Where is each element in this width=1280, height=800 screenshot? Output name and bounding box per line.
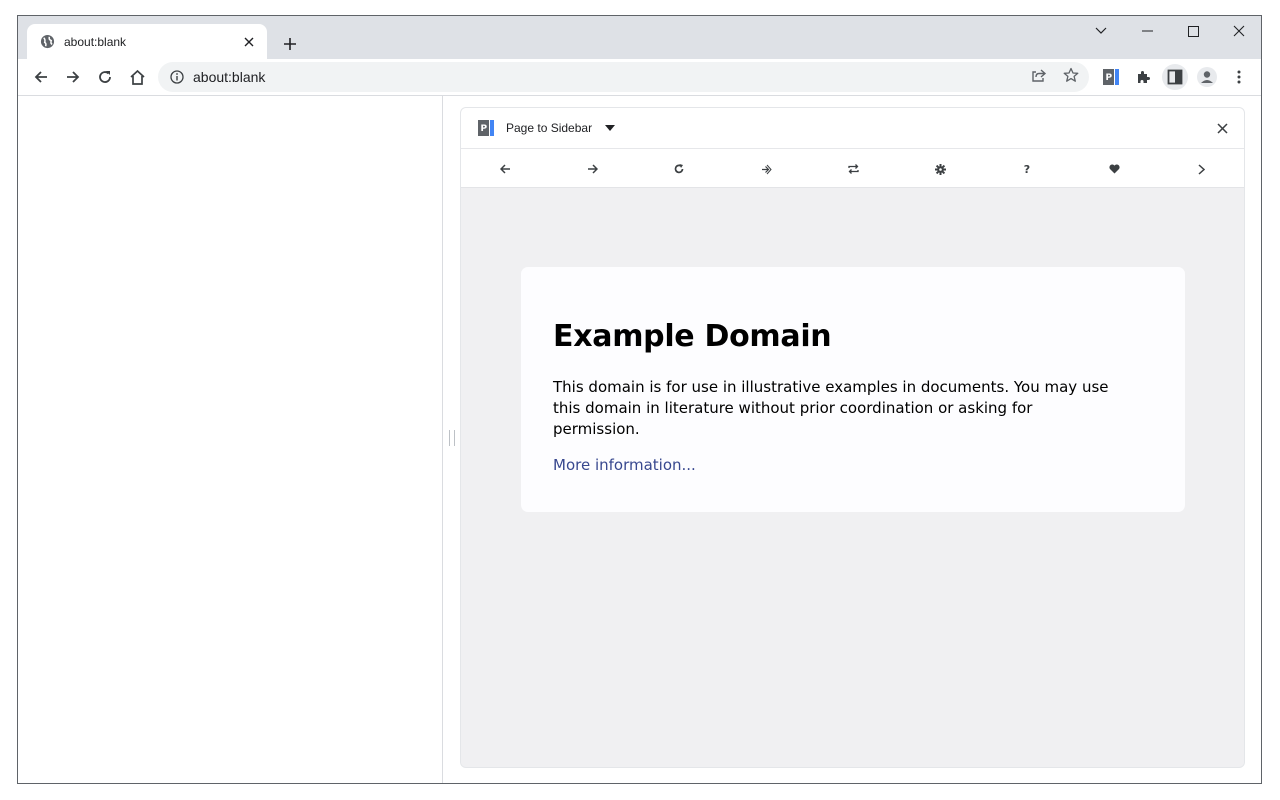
profile-avatar-icon[interactable] (1194, 64, 1220, 90)
side-panel-nav: ? (461, 149, 1244, 188)
address-bar[interactable] (158, 62, 1089, 92)
heart-icon[interactable] (1105, 160, 1123, 178)
svg-text:P: P (1106, 73, 1113, 83)
menu-kebab-icon[interactable] (1226, 64, 1252, 90)
close-window-button[interactable] (1216, 16, 1261, 46)
extensions-puzzle-icon[interactable] (1130, 64, 1156, 90)
settings-icon[interactable] (931, 160, 949, 178)
open-in-page-icon[interactable] (757, 160, 775, 178)
browser-window: about:blank about:blank P P Page to Side… (17, 15, 1262, 784)
back-button[interactable] (26, 61, 56, 93)
side-panel-toggle-icon[interactable] (1162, 64, 1188, 90)
close-side-panel-icon[interactable] (1214, 120, 1230, 136)
main-page-area[interactable] (18, 96, 443, 783)
minimize-button[interactable] (1124, 16, 1170, 46)
reload-icon[interactable] (670, 160, 688, 178)
side-panel-page: Example Domain This domain is for use in… (461, 188, 1244, 767)
content-area: P Page to Sidebar ? Example Domain This … (18, 95, 1261, 783)
svg-text:P: P (481, 124, 488, 134)
forward-button[interactable] (58, 61, 88, 93)
info-icon[interactable] (169, 69, 185, 85)
help-icon[interactable]: ? (1018, 160, 1036, 178)
forward-icon[interactable] (583, 160, 601, 178)
back-icon[interactable] (496, 160, 514, 178)
tab-title: about:blank (64, 34, 127, 49)
next-icon[interactable] (1192, 160, 1210, 178)
side-panel-header: P Page to Sidebar (461, 108, 1244, 149)
title-bar: about:blank (18, 16, 1261, 59)
page-to-sidebar-logo-icon: P (478, 120, 494, 136)
close-tab-icon[interactable] (241, 34, 257, 50)
swap-icon[interactable] (844, 160, 862, 178)
toolbar: P (18, 59, 1261, 95)
page-heading: Example Domain (553, 319, 832, 354)
share-icon[interactable] (1030, 66, 1048, 84)
maximize-button[interactable] (1170, 16, 1216, 46)
page-paragraph: This domain is for use in illustrative e… (553, 378, 1109, 438)
page-to-sidebar-extension-icon[interactable]: P (1098, 64, 1124, 90)
bookmark-star-icon[interactable] (1062, 66, 1080, 84)
new-tab-button[interactable] (276, 30, 304, 58)
side-panel-title: Page to Sidebar (506, 121, 593, 135)
tab-active[interactable]: about:blank (27, 24, 267, 59)
caret-down-icon[interactable] (602, 120, 618, 136)
example-domain-card: Example Domain This domain is for use in… (521, 267, 1185, 512)
url-input[interactable] (193, 69, 793, 85)
more-information-link[interactable]: More information... (553, 456, 696, 474)
tab-search-button[interactable] (1078, 16, 1124, 46)
globe-icon (39, 34, 55, 50)
side-panel: P Page to Sidebar ? Example Domain This … (460, 107, 1245, 768)
home-button[interactable] (122, 61, 152, 93)
reload-button[interactable] (90, 61, 120, 93)
resize-handle[interactable] (449, 430, 455, 446)
